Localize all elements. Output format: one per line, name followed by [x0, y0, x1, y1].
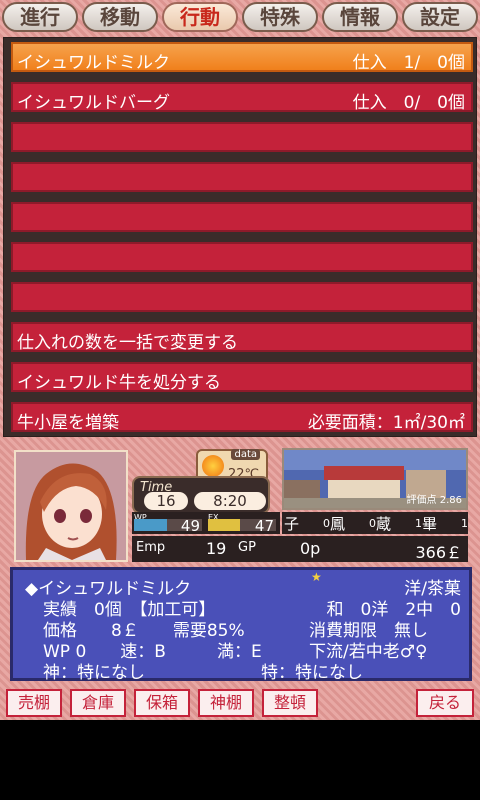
list-row-empty[interactable]	[11, 162, 473, 192]
star-icon: ★	[311, 570, 322, 584]
scene-rating: 評価点 2.86	[406, 495, 462, 506]
weather-data-label: data	[231, 449, 260, 460]
row-label: イシュワルドミルク	[17, 53, 170, 73]
gp-value: 0p	[300, 539, 321, 558]
resource-counters: 子 0 鳳 0 蔵 1 畢 1	[282, 512, 468, 534]
list-row-empty[interactable]	[11, 122, 473, 152]
counter-value: 0	[369, 517, 376, 530]
money-bar: Emp 19 GP 0p 366￡	[132, 536, 468, 562]
row-stock: 仕入 1/ 0個	[352, 53, 465, 73]
counter-child: 子 0	[284, 514, 330, 533]
gauge-bars: WP 49 EX 47	[132, 512, 280, 535]
back-button[interactable]: 戻る	[416, 689, 474, 717]
counter-phoenix: 鳳 0	[330, 514, 376, 533]
item-special: 特：特になし	[261, 663, 363, 683]
tab-info[interactable]: 情報	[322, 2, 398, 32]
wp-value: 49	[180, 517, 200, 535]
town-scene: 評価点 2.86	[282, 448, 468, 510]
counter-storage: 蔵 1	[376, 514, 422, 533]
row-stock: 仕入 0/ 0個	[352, 93, 465, 113]
sun-icon	[202, 455, 224, 477]
organize-button[interactable]: 整頓	[262, 689, 318, 717]
emp-label: Emp	[136, 540, 166, 555]
warehouse-button[interactable]: 倉庫	[70, 689, 126, 717]
top-tab-bar: 進行 移動 行動 特殊 情報 設定	[0, 2, 480, 34]
tab-move[interactable]: 移動	[82, 2, 158, 32]
ex-value: 47	[254, 517, 274, 535]
item-god: 神：特になし	[43, 663, 145, 683]
list-row-expand-barn[interactable]: 牛小屋を増築 必要面積：1㎡/30㎡	[11, 402, 473, 433]
list-row-milk[interactable]: イシュワルドミルク 仕入 1/ 0個	[11, 42, 473, 73]
game-screen: 進行 移動 行動 特殊 情報 設定 イシュワルドミルク 仕入 1/ 0個 イシュ…	[0, 0, 480, 720]
status-area: data 22℃ Time 16 8:20 評価点 2.86 WP 49 EX …	[14, 448, 468, 564]
ex-gauge: 47	[208, 517, 276, 535]
wp-gauge: 49	[134, 517, 202, 535]
action-list-panel: イシュワルドミルク 仕入 1/ 0個 イシュワルドバーグ 仕入 0/ 0個 仕入…	[3, 37, 477, 437]
counter-glyph: 鳳	[330, 515, 346, 533]
list-row-empty[interactable]	[11, 242, 473, 272]
row-label: イシュワルドバーグ	[17, 93, 170, 113]
tab-progress[interactable]: 進行	[2, 2, 78, 32]
list-row-bulk-change[interactable]: 仕入れの数を一括で変更する	[11, 322, 473, 353]
tab-action[interactable]: 行動	[162, 2, 238, 32]
character-portrait	[14, 450, 128, 562]
gp-label: GP	[238, 540, 256, 555]
shrine-shelf-button[interactable]: 神棚	[198, 689, 254, 717]
counter-value: 1	[461, 517, 468, 530]
time-display: Time 16 8:20	[132, 476, 270, 514]
emp-value: 19	[206, 539, 227, 558]
row-label: 牛小屋を増築	[17, 413, 119, 433]
list-row-empty[interactable]	[11, 202, 473, 232]
counter-value: 0	[323, 517, 330, 530]
list-row-burg[interactable]: イシュワルドバーグ 仕入 0/ 0個	[11, 82, 473, 113]
counter-glyph: 畢	[422, 515, 438, 533]
row-label: 仕入れの数を一括で変更する	[17, 333, 238, 353]
row-required-area: 必要面積：1㎡/30㎡	[307, 413, 465, 433]
counter-value: 1	[415, 517, 422, 530]
item-description-box: ★ ◆イシュワルドミルク 洋/茶菓 実績 0個 【加工可】 和 0洋 2中 0 …	[10, 567, 472, 683]
tab-special[interactable]: 特殊	[242, 2, 318, 32]
counter-glyph: 子	[284, 515, 300, 533]
row-label: イシュワルド牛を処分する	[17, 373, 221, 393]
counter-brush: 畢 1	[422, 514, 468, 533]
clock: 8:20	[194, 492, 266, 510]
day-counter: 16	[144, 492, 188, 510]
ex-gauge-fill	[208, 519, 240, 531]
list-row-empty[interactable]	[11, 282, 473, 312]
tab-settings[interactable]: 設定	[402, 2, 478, 32]
sell-shelf-button[interactable]: 売棚	[6, 689, 62, 717]
wp-gauge-fill	[134, 519, 168, 531]
counter-glyph: 蔵	[376, 515, 392, 533]
storage-box-button[interactable]: 保箱	[134, 689, 190, 717]
list-row-dispose-cattle[interactable]: イシュワルド牛を処分する	[11, 362, 473, 393]
gold-value: 366￡	[415, 543, 462, 562]
